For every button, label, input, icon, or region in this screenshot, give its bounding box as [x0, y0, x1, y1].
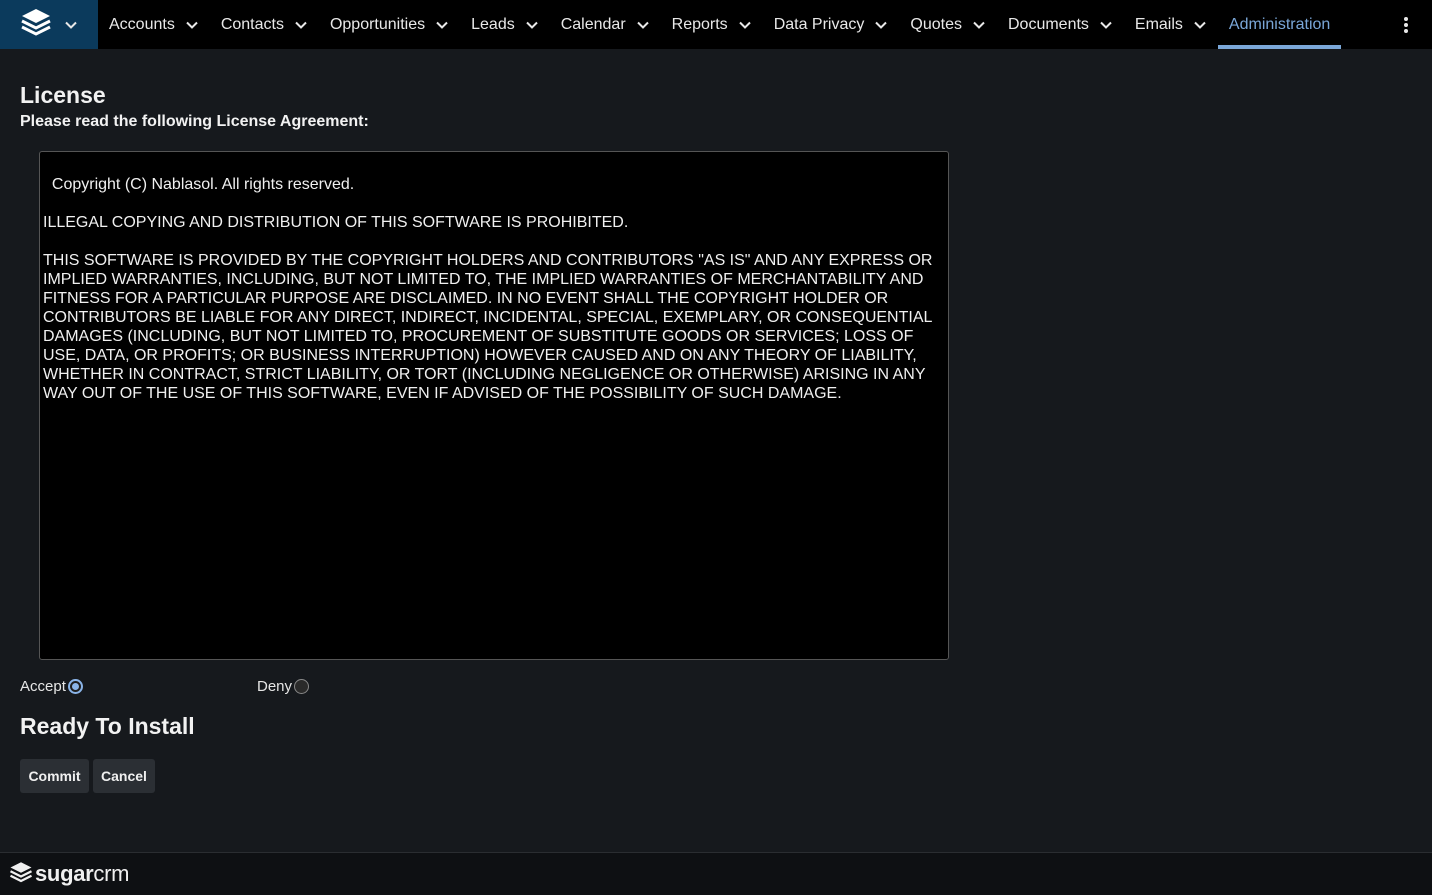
chevron-down-icon[interactable] — [1099, 18, 1113, 32]
deny-label: Deny — [257, 678, 293, 695]
top-navbar: Accounts Contacts Opportunities Leads Calend… — [0, 0, 1432, 49]
layers-icon — [20, 7, 52, 42]
license-subtitle: Please read the following License Agreem… — [20, 113, 369, 130]
deny-option[interactable]: Deny — [257, 678, 310, 695]
nav-tab-reports[interactable]: Reports — [661, 0, 763, 49]
deny-radio[interactable] — [294, 679, 310, 694]
chevron-down-icon[interactable] — [294, 18, 308, 32]
chevron-down-icon[interactable] — [525, 18, 539, 32]
nav-tab-documents[interactable]: Documents — [997, 0, 1124, 49]
chevron-down-icon[interactable] — [636, 18, 650, 32]
nav-tab-label: Reports — [671, 15, 728, 33]
sugarcrm-logo-icon — [9, 860, 33, 889]
nav-tab-leads[interactable]: Leads — [460, 0, 550, 49]
resize-handle-icon[interactable] — [936, 647, 945, 656]
license-choice: Accept Deny — [20, 678, 320, 696]
nav-tab-label: Accounts — [109, 15, 175, 33]
accept-option[interactable]: Accept — [20, 678, 83, 695]
nav-tab-label: Calendar — [560, 15, 626, 33]
chevron-down-icon[interactable] — [738, 18, 752, 32]
chevron-down-icon[interactable] — [874, 18, 888, 32]
chevron-down-icon[interactable] — [972, 18, 986, 32]
chevron-down-icon[interactable] — [435, 18, 449, 32]
accept-radio[interactable] — [67, 679, 83, 694]
footer-brand-bold: sugar — [35, 861, 94, 886]
license-text: Copyright (C) Nablasol. All rights reser… — [43, 176, 933, 402]
nav-tab-label: Leads — [471, 15, 515, 33]
nav-tab-accounts[interactable]: Accounts — [98, 0, 210, 49]
ready-to-install-title: Ready To Install — [20, 713, 195, 739]
license-textarea[interactable]: Copyright (C) Nablasol. All rights reser… — [39, 151, 949, 660]
nav-tab-quotes[interactable]: Quotes — [899, 0, 997, 49]
nav-tab-label: Contacts — [220, 15, 284, 33]
nav-tab-label: Emails — [1134, 15, 1183, 33]
nav-tab-label: Opportunities — [329, 15, 426, 33]
nav-tab-label: Quotes — [910, 15, 962, 33]
chevron-down-icon[interactable] — [1193, 18, 1207, 32]
nav-tabs: Accounts Contacts Opportunities Leads Calend… — [98, 0, 1342, 49]
nav-tab-contacts[interactable]: Contacts — [210, 0, 319, 49]
nav-tab-data-privacy[interactable]: Data Privacy — [763, 0, 900, 49]
accept-label: Accept — [20, 678, 66, 695]
nav-tab-emails[interactable]: Emails — [1124, 0, 1218, 49]
footer-brand-light: crm — [93, 861, 130, 886]
commit-button[interactable]: Commit — [20, 759, 89, 793]
chevron-down-icon — [64, 18, 78, 32]
chevron-down-icon[interactable] — [185, 18, 199, 32]
footer-brand[interactable]: sugarcrm — [35, 861, 129, 887]
cancel-button[interactable]: Cancel — [93, 759, 155, 793]
footer: sugarcrm — [0, 852, 1432, 895]
nav-tab-label: Data Privacy — [773, 15, 865, 33]
nav-tab-label: Documents — [1007, 15, 1089, 33]
nav-tab-label: Administration — [1228, 15, 1331, 33]
page-title: License — [20, 82, 106, 108]
kebab-menu-icon[interactable] — [1394, 0, 1418, 49]
nav-tab-calendar[interactable]: Calendar — [550, 0, 661, 49]
nav-tab-administration[interactable]: Administration — [1217, 0, 1342, 49]
nav-tab-opportunities[interactable]: Opportunities — [319, 0, 460, 49]
app-menu-button[interactable] — [0, 0, 98, 49]
